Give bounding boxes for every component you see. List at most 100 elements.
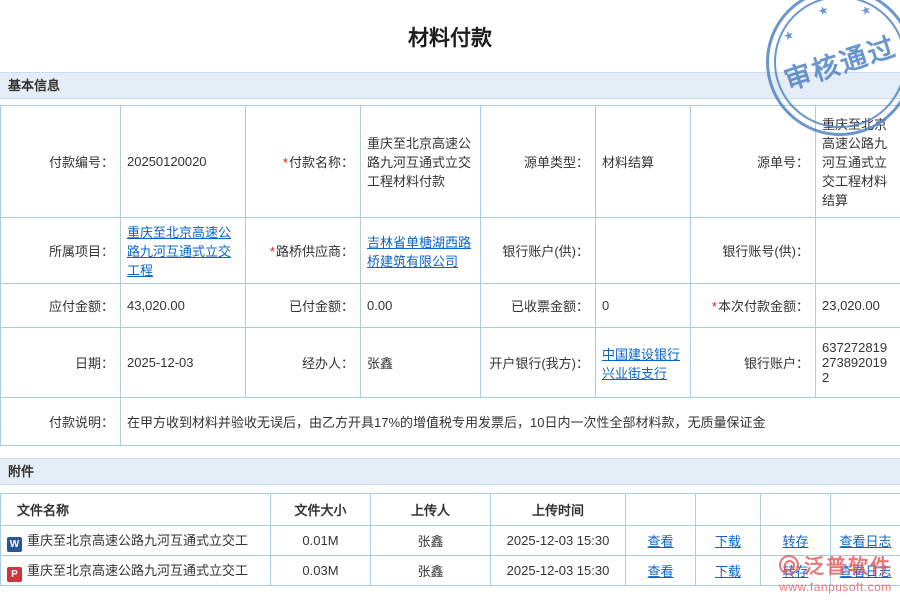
view-cell: 查看 — [626, 526, 696, 556]
payable-amount-label: 应付金额： — [1, 284, 121, 328]
upload-time-cell: 2025-12-03 15:30 — [491, 526, 626, 556]
invoice-received-value: 0 — [596, 284, 691, 328]
uploader-cell: 张鑫 — [371, 556, 491, 586]
paid-amount-value: 0.00 — [361, 284, 481, 328]
bank-account-value: 6372728192738920192 — [816, 328, 900, 398]
current-payment-label: *本次付款金额： — [691, 284, 816, 328]
label-text: 源单类型： — [524, 155, 589, 170]
view-link[interactable]: 查看 — [647, 534, 673, 549]
info-row-5: 付款说明： 在甲方收到材料并验收无误后，由乙方开具17%的增值税专用发票后，10… — [1, 398, 900, 446]
label-text: 银行账户： — [744, 356, 809, 371]
empty-header-cell — [696, 494, 761, 526]
payment-name-value: 重庆至北京高速公路九河互通式立交工程材料付款 — [361, 106, 481, 218]
payment-note-label: 付款说明： — [1, 398, 121, 446]
saveas-link[interactable]: 转存 — [782, 564, 808, 579]
word-file-icon: W — [7, 537, 22, 552]
source-no-label: 源单号： — [691, 106, 816, 218]
label-text: 银行账号(供)： — [722, 244, 809, 259]
supplier-link[interactable]: 吉林省单榶湖西路桥建筑有限公司 — [367, 235, 471, 269]
attachments-header-row: 文件名称 文件大小 上传人 上传时间 — [1, 494, 900, 526]
source-type-value: 材料结算 — [596, 106, 691, 218]
download-cell: 下载 — [696, 526, 761, 556]
payment-no-label: 付款编号： — [1, 106, 121, 218]
required-mark: * — [283, 155, 288, 170]
attachments-table: 文件名称 文件大小 上传人 上传时间 W 重庆至北京高速公路九河互通式立交工 0.… — [0, 493, 900, 586]
project-link[interactable]: 重庆至北京高速公路九河互通式立交工程 — [127, 225, 231, 278]
handler-label: 经办人： — [246, 328, 361, 398]
our-bank-value: 中国建设银行兴业街支行 — [596, 328, 691, 398]
viewlog-cell: 查看日志 — [831, 556, 900, 586]
date-label: 日期： — [1, 328, 121, 398]
download-cell: 下载 — [696, 556, 761, 586]
uploader-header: 上传人 — [371, 494, 491, 526]
label-text: 银行账户(供)： — [502, 244, 589, 259]
pdf-file-icon: P — [7, 567, 22, 582]
file-size-header: 文件大小 — [271, 494, 371, 526]
payment-name-label: *付款名称： — [246, 106, 361, 218]
attachment-row: P 重庆至北京高速公路九河互通式立交工 0.03M 张鑫 2025-12-03 1… — [1, 556, 900, 586]
label-text: 已收票金额： — [511, 299, 589, 314]
label-text: 所属项目： — [49, 244, 114, 259]
label-text: 付款编号： — [49, 155, 114, 170]
supplier-label: *路桥供应商： — [246, 218, 361, 284]
download-link[interactable]: 下载 — [715, 564, 741, 579]
bank-account-label: 银行账户： — [691, 328, 816, 398]
source-no-value: 重庆至北京高速公路九河互通式立交工程材料结算 — [816, 106, 900, 218]
view-link[interactable]: 查看 — [647, 564, 673, 579]
section-header-attachments: 附件 — [0, 458, 900, 485]
current-payment-value: 23,020.00 — [816, 284, 900, 328]
date-value: 2025-12-03 — [121, 328, 246, 398]
supplier-bank-no-label: 银行账号(供)： — [691, 218, 816, 284]
file-name-header: 文件名称 — [1, 494, 271, 526]
our-bank-label: 开户银行(我方)： — [481, 328, 596, 398]
uploader-cell: 张鑫 — [371, 526, 491, 556]
file-name-text: 重庆至北京高速公路九河互通式立交工 — [27, 533, 248, 548]
saveas-cell: 转存 — [761, 556, 831, 586]
file-size-cell: 0.03M — [271, 556, 371, 586]
project-label: 所属项目： — [1, 218, 121, 284]
saveas-cell: 转存 — [761, 526, 831, 556]
file-name-text: 重庆至北京高速公路九河互通式立交工 — [27, 563, 248, 578]
paid-amount-label: 已付金额： — [246, 284, 361, 328]
saveas-link[interactable]: 转存 — [782, 534, 808, 549]
label-text: 源单号： — [757, 155, 809, 170]
our-bank-link[interactable]: 中国建设银行兴业街支行 — [602, 347, 680, 381]
viewlog-link[interactable]: 查看日志 — [839, 534, 891, 549]
basic-info-table: 付款编号： 20250120020 *付款名称： 重庆至北京高速公路九河互通式立… — [0, 105, 900, 446]
info-row-4: 日期： 2025-12-03 经办人： 张鑫 开户银行(我方)： 中国建设银行兴… — [1, 328, 900, 398]
label-text: 本次付款金额： — [718, 299, 809, 314]
attachment-row: W 重庆至北京高速公路九河互通式立交工 0.01M 张鑫 2025-12-03 1… — [1, 526, 900, 556]
label-text: 日期： — [75, 356, 114, 371]
file-name-cell: P 重庆至北京高速公路九河互通式立交工 — [1, 556, 271, 586]
empty-header-cell — [626, 494, 696, 526]
project-value: 重庆至北京高速公路九河互通式立交工程 — [121, 218, 246, 284]
upload-time-header: 上传时间 — [491, 494, 626, 526]
file-size-cell: 0.01M — [271, 526, 371, 556]
label-text: 路桥供应商： — [276, 244, 354, 259]
empty-header-cell — [761, 494, 831, 526]
viewlog-cell: 查看日志 — [831, 526, 900, 556]
supplier-bank-no-value — [816, 218, 900, 284]
page-title: 材料付款 — [0, 0, 900, 72]
view-cell: 查看 — [626, 556, 696, 586]
empty-header-cell — [831, 494, 900, 526]
invoice-received-label: 已收票金额： — [481, 284, 596, 328]
material-payment-page: 材料付款 ★ ★ ★ 审核通过 基本信息 付款编号： 20250120020 *… — [0, 0, 900, 600]
label-text: 已付金额： — [289, 299, 354, 314]
label-text: 开户银行(我方)： — [489, 356, 589, 371]
info-row-2: 所属项目： 重庆至北京高速公路九河互通式立交工程 *路桥供应商： 吉林省单榶湖西… — [1, 218, 900, 284]
required-mark: * — [712, 299, 717, 314]
info-row-1: 付款编号： 20250120020 *付款名称： 重庆至北京高速公路九河互通式立… — [1, 106, 900, 218]
payable-amount-value: 43,020.00 — [121, 284, 246, 328]
download-link[interactable]: 下载 — [715, 534, 741, 549]
label-text: 经办人： — [302, 356, 354, 371]
payment-note-value: 在甲方收到材料并验收无误后，由乙方开具17%的增值税专用发票后，10日内一次性全… — [121, 398, 900, 446]
label-text: 应付金额： — [49, 299, 114, 314]
upload-time-cell: 2025-12-03 15:30 — [491, 556, 626, 586]
label-text: 付款名称： — [289, 155, 354, 170]
supplier-bank-account-value — [596, 218, 691, 284]
section-header-basic-info: 基本信息 — [0, 72, 900, 99]
viewlog-link[interactable]: 查看日志 — [839, 564, 891, 579]
handler-value: 张鑫 — [361, 328, 481, 398]
required-mark: * — [270, 244, 275, 259]
